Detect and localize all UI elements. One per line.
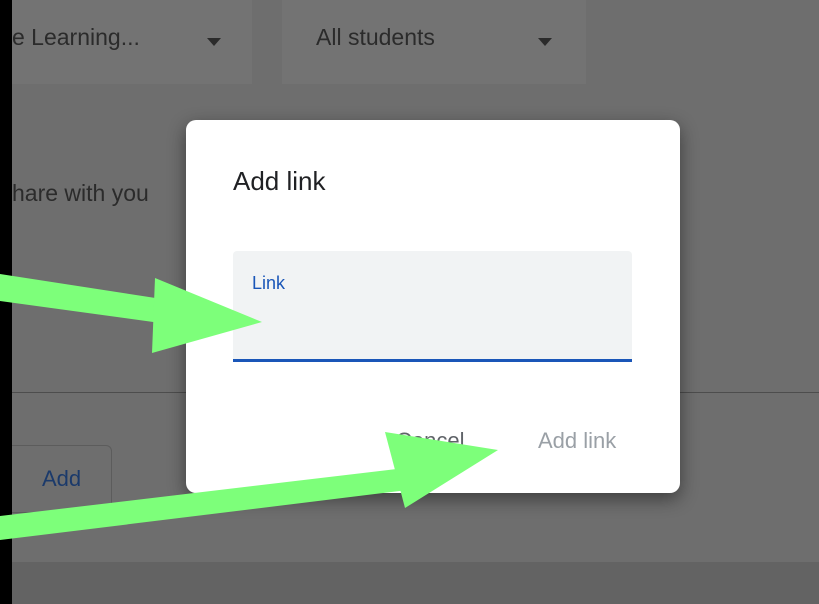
dropdown-caret-icon — [207, 38, 221, 46]
students-select[interactable]: All students — [282, 0, 586, 84]
class-select[interactable]: e Learning... — [12, 0, 252, 84]
link-input-label: Link — [252, 273, 286, 293]
link-input-underline — [233, 359, 632, 362]
dialog-title: Add link — [233, 166, 326, 196]
dropdown-caret-icon — [538, 38, 552, 46]
bottom-strip — [12, 562, 819, 604]
cancel-button[interactable]: Cancel — [396, 428, 464, 454]
add-link-dialog: Add link Link Cancel Add link — [186, 120, 680, 493]
add-button[interactable]: Add — [12, 445, 112, 513]
add-link-button[interactable]: Add link — [538, 428, 616, 454]
link-input[interactable]: Link — [233, 251, 632, 362]
students-select-label: All students — [316, 24, 435, 50]
class-select-label: e Learning... — [12, 24, 140, 50]
share-text: hare with you — [12, 180, 149, 206]
